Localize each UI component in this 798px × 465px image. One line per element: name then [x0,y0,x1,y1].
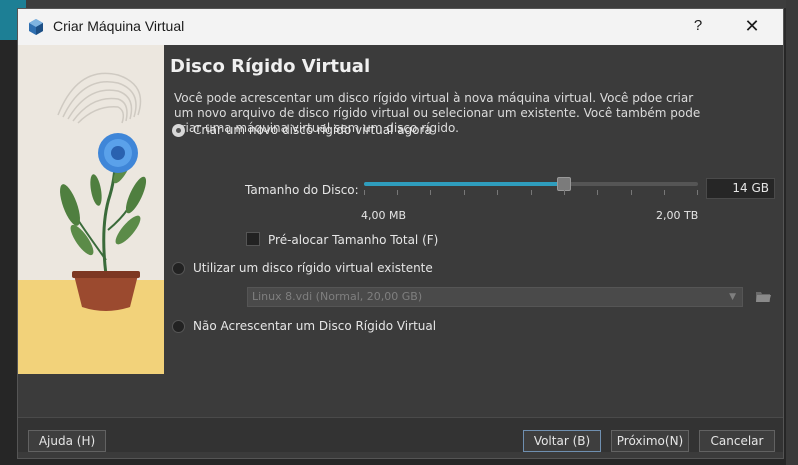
create-vm-dialog: Criar Máquina Virtual ? ✕ Disco Rígido V… [17,8,784,459]
background-edge [786,0,798,465]
radio-use-existing-disk-label[interactable]: Utilizar um disco rígido virtual existen… [193,261,433,275]
close-button[interactable]: ✕ [740,14,764,38]
existing-disk-select[interactable]: Linux 8.vdi (Normal, 20,00 GB) ▼ [247,287,743,307]
radio-no-disk-label[interactable]: Não Acrescentar um Disco Rígido Virtual [193,319,436,333]
radio-no-disk[interactable] [172,320,185,333]
disk-size-input[interactable]: 14 GB [706,178,775,199]
preallocate-checkbox[interactable] [246,232,260,246]
radio-create-new-disk[interactable] [172,124,185,137]
disk-size-max-label: 2,00 TB [656,209,699,222]
disk-size-slider-ticks [364,190,698,196]
page-title: Disco Rígido Virtual [170,56,371,77]
folder-open-icon[interactable] [754,287,772,305]
radio-create-new-disk-label[interactable]: Criar um novo disco rígido virtual agora [193,123,432,137]
background-window [26,0,796,8]
virtualbox-icon [29,19,43,35]
dialog-titlebar: Criar Máquina Virtual ? ✕ [18,9,783,45]
help-button[interactable]: Ajuda (H) [28,430,106,452]
dialog-footer: Ajuda (H) Voltar (B) Próximo(N) Cancelar [18,417,783,452]
disk-size-slider-track[interactable] [364,182,698,186]
cancel-button[interactable]: Cancelar [699,430,775,452]
next-button[interactable]: Próximo(N) [611,430,689,452]
back-button[interactable]: Voltar (B) [523,430,601,452]
disk-size-slider-handle[interactable] [557,177,571,191]
chevron-down-icon: ▼ [729,292,736,302]
preallocate-label[interactable]: Pré-alocar Tamanho Total (F) [268,233,438,247]
radio-use-existing-disk[interactable] [172,262,185,275]
disk-size-label: Tamanho do Disco: [245,183,359,197]
disk-size-min-label: 4,00 MB [361,209,407,222]
wizard-plant-illustration [18,45,164,374]
help-title-button[interactable]: ? [687,14,709,38]
disk-size-slider-fill [364,182,564,186]
existing-disk-select-value: Linux 8.vdi (Normal, 20,00 GB) [252,290,423,303]
dialog-title: Criar Máquina Virtual [53,18,185,34]
